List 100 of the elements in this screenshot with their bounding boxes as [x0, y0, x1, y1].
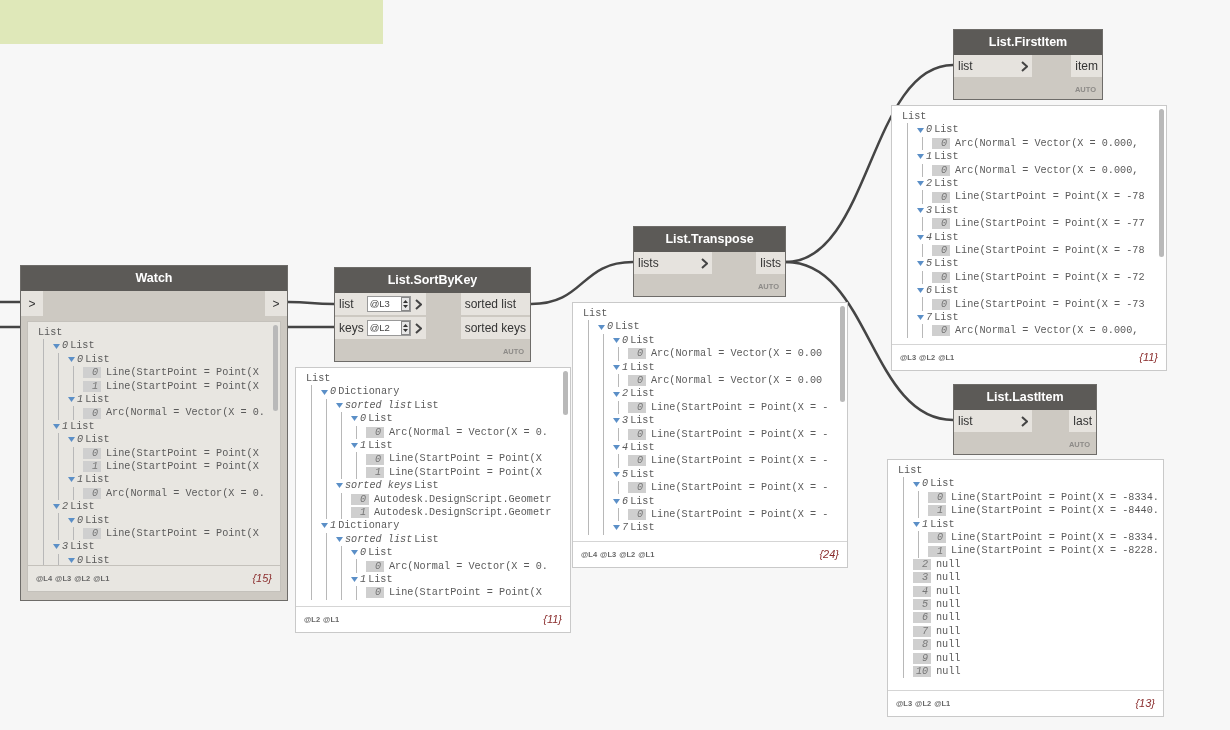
- item-value: Line(StartPoint = Point(X = -8334.: [951, 531, 1159, 545]
- input-port[interactable]: >: [21, 291, 43, 316]
- item-index: 4: [913, 585, 931, 597]
- connector-wire: [288, 300, 334, 306]
- item-index: 7: [913, 625, 931, 637]
- list-label: List: [85, 393, 110, 407]
- list-label: List: [934, 284, 959, 299]
- list-index: 0: [926, 123, 933, 138]
- list-index: 0: [360, 412, 367, 427]
- expand-icon: [53, 343, 60, 349]
- item-value: Line(StartPoint = Point(X = -: [651, 427, 829, 442]
- item-index: 0: [628, 509, 646, 521]
- item-index: 0: [366, 587, 384, 599]
- list-label: List: [630, 467, 655, 482]
- list-index: 7: [926, 310, 933, 325]
- input-port[interactable]: lists: [634, 252, 712, 274]
- list-label: List: [934, 230, 959, 245]
- list-label: List: [630, 521, 655, 536]
- scrollbar[interactable]: [563, 371, 568, 415]
- item-index: 0: [928, 491, 946, 503]
- list-label: List: [630, 440, 655, 455]
- item-index: 0: [932, 164, 950, 176]
- item-value: Line(StartPoint = Point(X: [389, 452, 542, 467]
- output-port[interactable]: item: [1071, 55, 1102, 77]
- list-label: List: [930, 477, 955, 492]
- list-label: List: [934, 177, 959, 191]
- item-value: Autodesk.DesignScript.Geometr: [374, 492, 552, 507]
- item-value: null: [936, 651, 961, 666]
- chevron-icon: [414, 322, 422, 334]
- output-port[interactable]: sorted keys: [460, 317, 530, 339]
- list-index: 1: [62, 419, 69, 434]
- spinner-icon: [400, 321, 410, 335]
- scrollbar[interactable]: [840, 306, 845, 402]
- item-value: Arc(Normal = Vector(X = 0.00: [651, 347, 823, 362]
- list-label: List: [85, 513, 110, 528]
- output-port[interactable]: lists: [756, 252, 785, 274]
- item-index: 0: [628, 482, 646, 494]
- lacing-field[interactable]: @L2: [366, 320, 411, 336]
- expand-icon: [68, 477, 75, 483]
- list-label: List: [934, 150, 959, 165]
- list-label: List: [414, 479, 439, 494]
- list-label: List: [630, 360, 655, 375]
- node-title: Watch: [21, 266, 287, 291]
- expand-icon: [336, 483, 343, 489]
- item-index: 6: [913, 612, 931, 624]
- item-index: 0: [83, 447, 101, 459]
- list-index: 0: [77, 352, 84, 367]
- expand-icon: [917, 127, 924, 133]
- item-index: 0: [932, 191, 950, 203]
- list-index: 5: [926, 257, 933, 272]
- item-index: 0: [932, 245, 950, 257]
- list-index: 6: [926, 284, 933, 299]
- list-index: 0: [922, 477, 929, 492]
- output-port[interactable]: >: [265, 291, 287, 316]
- item-index: 0: [83, 487, 101, 499]
- item-value: Arc(Normal = Vector(X = 0.: [389, 559, 548, 574]
- scrollbar[interactable]: [1159, 109, 1164, 257]
- list-label: List: [414, 398, 439, 413]
- list-label: List: [630, 414, 655, 429]
- input-port[interactable]: list: [954, 55, 1032, 77]
- item-count: {24}: [819, 547, 839, 563]
- list-label: List: [630, 333, 655, 348]
- item-count: {11}: [543, 612, 562, 628]
- expand-icon: [613, 418, 620, 424]
- list-index: 4: [622, 440, 629, 455]
- item-value: null: [936, 664, 961, 679]
- item-value: Line(StartPoint = Point(X: [106, 379, 259, 394]
- list-index: 3: [622, 414, 629, 429]
- expand-icon: [68, 517, 75, 523]
- scrollbar[interactable]: [273, 325, 278, 411]
- output-port[interactable]: sorted list: [460, 293, 530, 315]
- list-index: 5: [622, 467, 629, 482]
- chevron-icon: [701, 257, 708, 269]
- input-port[interactable]: list @L3: [335, 293, 426, 315]
- node-title: List.Transpose: [634, 227, 785, 252]
- item-index: 0: [932, 325, 950, 337]
- item-index: 1: [351, 507, 369, 519]
- chevron-icon: [414, 298, 422, 310]
- key-label: sorted list: [345, 532, 413, 547]
- list-label: Dictionary: [338, 519, 400, 534]
- input-port[interactable]: keys @L2: [335, 317, 426, 339]
- list-index: 0: [77, 433, 84, 448]
- item-index: 1: [83, 461, 101, 473]
- item-index: 1: [928, 505, 946, 517]
- spinner-icon: [400, 297, 410, 311]
- item-value: Arc(Normal = Vector(X = 0.00: [651, 374, 823, 388]
- key-label: sorted keys: [345, 479, 413, 494]
- lacing-field[interactable]: @L3: [366, 296, 411, 312]
- item-value: Line(StartPoint = Point(X: [389, 586, 542, 601]
- chevron-icon: [1021, 60, 1028, 72]
- list-index: 0: [622, 333, 629, 348]
- item-value: Line(StartPoint = Point(X = -: [651, 507, 829, 522]
- item-index: 0: [932, 218, 950, 230]
- expand-icon: [53, 504, 60, 510]
- chevron-icon: [1021, 415, 1028, 427]
- item-value: Arc(Normal = Vector(X = 0.: [106, 486, 265, 501]
- item-index: 1: [928, 545, 946, 557]
- output-port[interactable]: last: [1069, 410, 1096, 432]
- item-index: 0: [628, 455, 646, 467]
- input-port[interactable]: list: [954, 410, 1032, 432]
